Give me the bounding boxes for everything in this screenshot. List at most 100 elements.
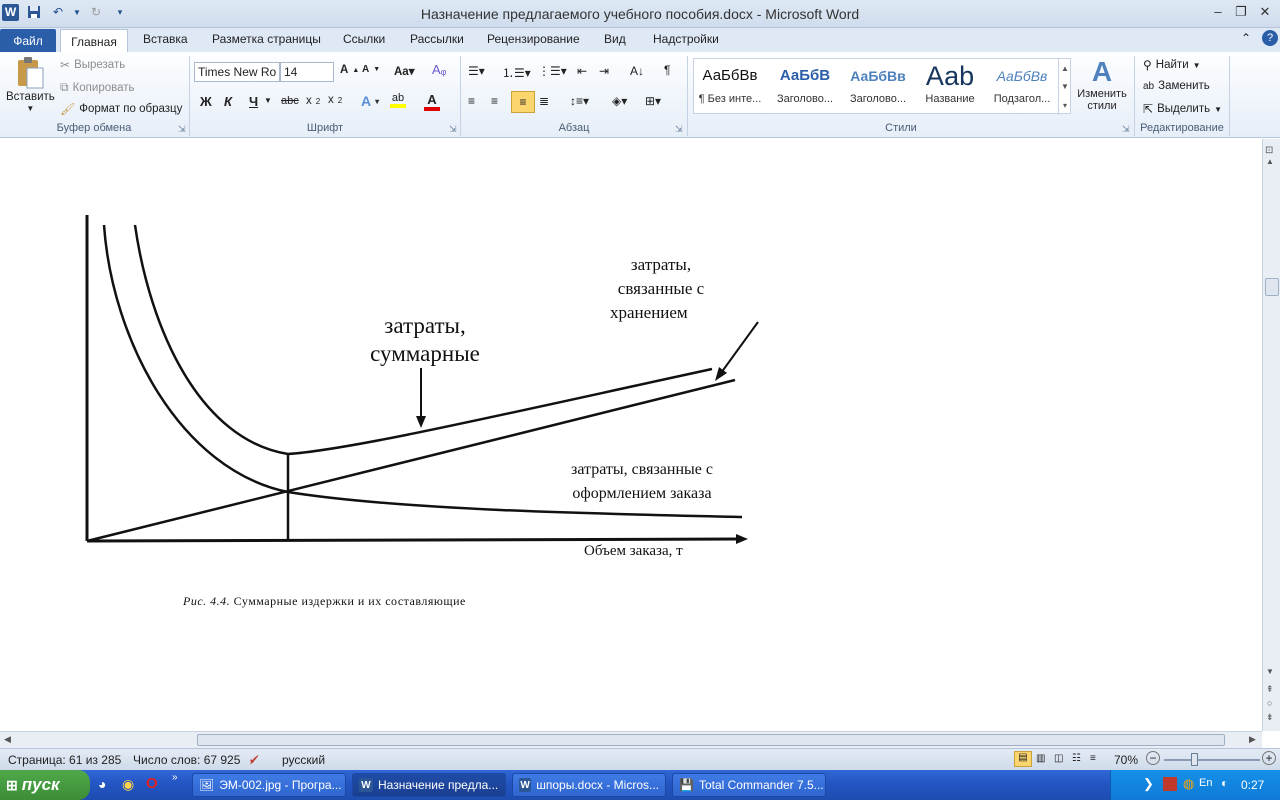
italic-button[interactable]: К xyxy=(224,94,232,109)
font-size-combo[interactable]: 14 xyxy=(280,62,334,82)
quicklaunch-more-icon[interactable]: » xyxy=(172,772,178,783)
scroll-up-icon[interactable]: ▲ xyxy=(1061,64,1069,73)
align-center-button[interactable]: ≡ xyxy=(491,94,498,108)
tab-page-layout[interactable]: Разметка страницы xyxy=(212,32,321,46)
styles-scroll[interactable]: ▲ ▼ ▾ xyxy=(1058,59,1071,115)
restore-icon[interactable]: ❐ xyxy=(1230,4,1252,20)
start-button[interactable]: ⊞ пуск xyxy=(0,770,90,800)
horizontal-scroll-thumb[interactable] xyxy=(197,734,1225,746)
close-icon[interactable]: ✕ xyxy=(1254,4,1276,20)
ruler-toggle-icon[interactable]: ⊡ xyxy=(1265,145,1273,156)
quicklaunch-app-icon[interactable]: ◕ xyxy=(98,776,106,792)
scroll-down-icon[interactable]: ▼ xyxy=(1266,667,1274,676)
shrink-font-button[interactable]: A ▼ xyxy=(362,64,380,75)
scroll-down-icon[interactable]: ▼ xyxy=(1061,82,1069,91)
style-heading-1[interactable]: АаБбВ Заголово... xyxy=(769,59,841,115)
task-image-viewer[interactable]: 🖼 ЭМ-002.jpg - Програ... xyxy=(192,773,346,797)
clipboard-launcher-icon[interactable]: ⇲ xyxy=(178,124,186,135)
proofing-icon[interactable]: ✔̸ xyxy=(249,753,259,767)
decrease-indent-button[interactable]: ⇤ xyxy=(577,64,587,78)
minimize-icon[interactable]: – xyxy=(1207,4,1229,19)
tab-mailings[interactable]: Рассылки xyxy=(410,32,464,46)
quicklaunch-app-icon[interactable]: ◉ xyxy=(122,776,134,793)
document-area[interactable]: затраты, суммарные затраты, связанные с … xyxy=(0,139,1262,731)
replace-button[interactable]: ab Заменить xyxy=(1143,80,1210,92)
clear-formatting-button[interactable]: Aᵩ xyxy=(432,62,446,77)
web-layout-icon[interactable]: ◫ xyxy=(1054,753,1063,764)
tab-insert[interactable]: Вставка xyxy=(143,32,188,46)
draft-icon[interactable]: ≡ xyxy=(1090,753,1096,764)
style-no-spacing[interactable]: АаБбВв ¶ Без инте... xyxy=(694,59,766,115)
font-name-combo[interactable]: Times New Ro xyxy=(194,62,280,82)
change-case-button[interactable]: Aa▾ xyxy=(394,64,414,78)
scroll-right-icon[interactable]: ▶ xyxy=(1249,734,1256,745)
tab-file[interactable]: Файл xyxy=(0,29,56,52)
more-styles-icon[interactable]: ▾ xyxy=(1063,101,1067,110)
highlight-button[interactable]: ab xyxy=(390,92,406,108)
previous-page-icon[interactable]: ⇞ xyxy=(1266,684,1274,695)
style-subtitle[interactable]: АаБбВв Подзагол... xyxy=(986,59,1058,115)
grow-font-button[interactable]: A ▲ xyxy=(340,64,359,76)
task-word-2[interactable]: W шпоры.docx - Micros... xyxy=(512,773,666,797)
tab-view[interactable]: Вид xyxy=(604,32,626,46)
copy-button[interactable]: ⧉ Копировать xyxy=(60,80,135,95)
style-title[interactable]: Ааb Название xyxy=(914,59,986,115)
zoom-in-icon[interactable]: + xyxy=(1262,751,1276,765)
bold-button[interactable]: Ж xyxy=(200,94,212,109)
scroll-up-icon[interactable]: ▲ xyxy=(1266,157,1274,166)
full-screen-reading-icon[interactable]: ▥ xyxy=(1036,753,1045,764)
format-painter-button[interactable]: 🖌 Формат по образцу xyxy=(60,102,182,116)
horizontal-scrollbar[interactable]: ◀ ▶ xyxy=(0,731,1262,748)
select-button[interactable]: ⇱ Выделить ▼ xyxy=(1143,102,1222,116)
paragraph-launcher-icon[interactable]: ⇲ xyxy=(675,124,683,135)
zoom-level[interactable]: 70% xyxy=(1114,753,1138,767)
underline-button[interactable]: Ч xyxy=(249,94,258,109)
show-marks-button[interactable]: ¶ xyxy=(664,63,670,77)
cut-button[interactable]: ✂ Вырезать xyxy=(60,58,125,72)
tray-arrow-icon[interactable]: ❯ xyxy=(1143,776,1154,792)
increase-indent-button[interactable]: ⇥ xyxy=(599,64,609,78)
next-page-icon[interactable]: ⇟ xyxy=(1266,712,1274,723)
underline-dropdown-icon[interactable]: ▼ xyxy=(264,96,272,105)
zoom-slider-track[interactable] xyxy=(1164,759,1260,761)
styles-launcher-icon[interactable]: ⇲ xyxy=(1122,124,1130,135)
line-spacing-button[interactable]: ↕≡▾ xyxy=(570,94,589,108)
tray-app-icon[interactable] xyxy=(1163,777,1177,791)
font-launcher-icon[interactable]: ⇲ xyxy=(449,124,457,135)
print-layout-icon[interactable]: ▤ xyxy=(1014,751,1032,767)
collapse-ribbon-icon[interactable]: ⌃ xyxy=(1241,31,1251,45)
sort-button[interactable]: A↓ xyxy=(630,64,644,78)
justify-button[interactable]: ≣ xyxy=(539,94,549,108)
tab-addins[interactable]: Надстройки xyxy=(653,32,719,46)
shading-button[interactable]: ◈▾ xyxy=(612,94,627,108)
numbering-button[interactable]: ⒈☰▾ xyxy=(502,64,531,81)
bullets-button[interactable]: ☰▾ xyxy=(468,64,485,78)
task-total-commander[interactable]: 💾 Total Commander 7.5... xyxy=(672,773,826,797)
tray-network-icon[interactable]: ◐ xyxy=(1221,776,1228,790)
word-count[interactable]: Число слов: 67 925 xyxy=(133,753,240,767)
vertical-scroll-thumb[interactable] xyxy=(1265,278,1279,296)
tab-review[interactable]: Рецензирование xyxy=(487,32,580,46)
tray-language-icon[interactable]: En xyxy=(1199,777,1212,789)
find-button[interactable]: ⚲ Найти ▼ xyxy=(1143,58,1201,72)
multilevel-list-button[interactable]: ⋮☰▾ xyxy=(538,64,567,78)
zoom-slider-thumb[interactable] xyxy=(1191,753,1198,766)
subscript-button[interactable]: x2 xyxy=(306,95,320,107)
browse-object-icon[interactable]: ○ xyxy=(1267,698,1272,708)
clock[interactable]: 0:27 xyxy=(1241,778,1264,792)
outline-icon[interactable]: ☷ xyxy=(1072,753,1081,764)
language-indicator[interactable]: русский xyxy=(282,753,325,767)
font-color-button[interactable]: A xyxy=(424,92,440,111)
tab-references[interactable]: Ссылки xyxy=(343,32,385,46)
task-word-active[interactable]: W Назначение предла... xyxy=(352,773,506,797)
tab-home[interactable]: Главная xyxy=(60,29,128,53)
help-icon[interactable]: ? xyxy=(1262,30,1278,46)
paste-button[interactable]: Вставить ▼ xyxy=(6,56,55,113)
align-left-button[interactable]: ≡ xyxy=(468,94,475,108)
change-styles-button[interactable]: A Изменить стили xyxy=(1074,56,1130,112)
vertical-scrollbar[interactable]: ⊡ ▲ ▼ ⇞ ○ ⇟ xyxy=(1262,139,1280,731)
page-counter[interactable]: Страница: 61 из 285 xyxy=(8,753,121,767)
tray-app-icon[interactable]: ◍ xyxy=(1183,776,1194,792)
align-right-button[interactable]: ≡ xyxy=(511,91,535,113)
zoom-out-icon[interactable]: − xyxy=(1146,751,1160,765)
